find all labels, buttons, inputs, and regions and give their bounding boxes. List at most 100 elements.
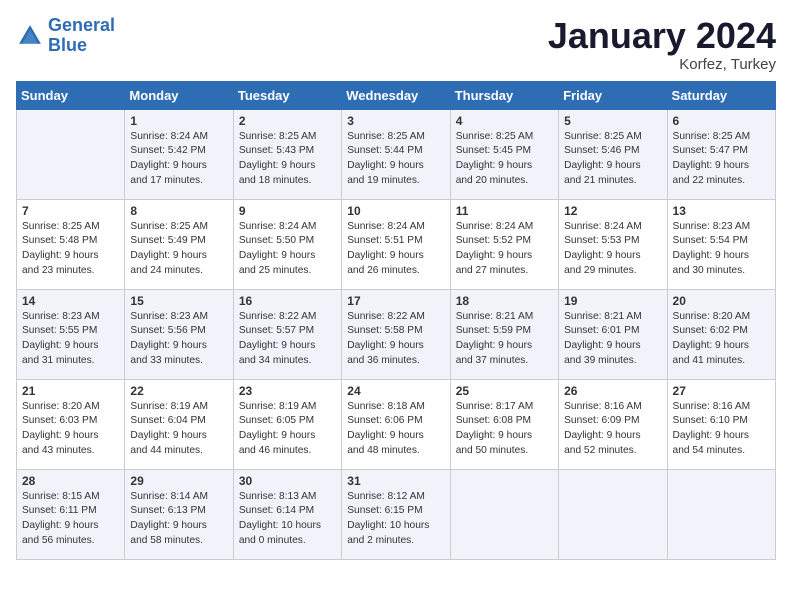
calendar-cell: 3Sunrise: 8:25 AM Sunset: 5:44 PM Daylig… [342,109,450,199]
calendar-body: 1Sunrise: 8:24 AM Sunset: 5:42 PM Daylig… [17,109,776,559]
day-number: 17 [347,294,444,308]
calendar-table: SundayMondayTuesdayWednesdayThursdayFrid… [16,81,776,560]
header-cell-wednesday: Wednesday [342,81,450,109]
week-row-5: 28Sunrise: 8:15 AM Sunset: 6:11 PM Dayli… [17,469,776,559]
day-number: 31 [347,474,444,488]
title-block: January 2024 Korfez, Turkey [548,16,776,73]
calendar-cell: 25Sunrise: 8:17 AM Sunset: 6:08 PM Dayli… [450,379,558,469]
calendar-cell: 2 Sunrise: 8:25 AM Sunset: 5:43 PM Daylig… [233,109,341,199]
day-content: Sunrise: 8:14 AM Sunset: 6:13 PM Dayligh… [130,490,227,549]
day-number: 11 [456,204,553,218]
day-content: Sunrise: 8:19 AM Sunset: 6:05 PM Dayligh… [239,400,336,459]
day-number: 8 [130,204,227,218]
calendar-cell: 1Sunrise: 8:24 AM Sunset: 5:42 PM Daylig… [125,109,233,199]
calendar-cell: 31Sunrise: 8:12 AM Sunset: 6:15 PM Dayli… [342,469,450,559]
day-number: 4 [456,114,553,128]
day-content: Sunrise: 8:25 AM Sunset: 5:44 PM Dayligh… [347,130,444,189]
calendar-cell: 10Sunrise: 8:24 AM Sunset: 5:51 PM Dayli… [342,199,450,289]
calendar-header: SundayMondayTuesdayWednesdayThursdayFrid… [17,81,776,109]
day-number: 20 [673,294,770,308]
day-number: 7 [22,204,119,218]
logo: General Blue [16,16,115,56]
day-number: 14 [22,294,119,308]
calendar-cell: 12Sunrise: 8:24 AM Sunset: 5:53 PM Dayli… [559,199,667,289]
calendar-cell: 17 Sunrise: 8:22 AM Sunset: 5:58 PM Dayli… [342,289,450,379]
day-content: Sunrise: 8:15 AM Sunset: 6:11 PM Dayligh… [22,490,119,549]
logo-line2: Blue [48,35,87,55]
header-cell-monday: Monday [125,81,233,109]
calendar-cell [667,469,775,559]
header-cell-thursday: Thursday [450,81,558,109]
calendar-cell [450,469,558,559]
day-content: Sunrise: 8:18 AM Sunset: 6:06 PM Dayligh… [347,400,444,459]
day-content: Sunrise: 8:22 AM Sunset: 5:58 PM Dayligh… [347,310,444,369]
day-number: 16 [239,294,336,308]
calendar-cell: 7 Sunrise: 8:25 AM Sunset: 5:48 PM Daylig… [17,199,125,289]
week-row-2: 7 Sunrise: 8:25 AM Sunset: 5:48 PM Daylig… [17,199,776,289]
calendar-cell: 21 Sunrise: 8:20 AM Sunset: 6:03 PM Dayli… [17,379,125,469]
calendar-cell: 30Sunrise: 8:13 AM Sunset: 6:14 PM Dayli… [233,469,341,559]
day-content: Sunrise: 8:24 AM Sunset: 5:50 PM Dayligh… [239,220,336,279]
day-number: 6 [673,114,770,128]
calendar-cell: 13Sunrise: 8:23 AM Sunset: 5:54 PM Dayli… [667,199,775,289]
day-number: 10 [347,204,444,218]
day-number: 19 [564,294,661,308]
calendar-cell: 19 Sunrise: 8:21 AM Sunset: 6:01 PM Dayli… [559,289,667,379]
day-number: 29 [130,474,227,488]
week-row-1: 1Sunrise: 8:24 AM Sunset: 5:42 PM Daylig… [17,109,776,199]
day-number: 12 [564,204,661,218]
day-content: Sunrise: 8:17 AM Sunset: 6:08 PM Dayligh… [456,400,553,459]
calendar-cell: 27 Sunrise: 8:16 AM Sunset: 6:10 PM Dayli… [667,379,775,469]
day-content: Sunrise: 8:20 AM Sunset: 6:02 PM Dayligh… [673,310,770,369]
calendar-cell [559,469,667,559]
day-content: Sunrise: 8:23 AM Sunset: 5:56 PM Dayligh… [130,310,227,369]
day-content: Sunrise: 8:25 AM Sunset: 5:49 PM Dayligh… [130,220,227,279]
day-number: 23 [239,384,336,398]
calendar-cell: 8 Sunrise: 8:25 AM Sunset: 5:49 PM Daylig… [125,199,233,289]
calendar-cell: 6Sunrise: 8:25 AM Sunset: 5:47 PM Daylig… [667,109,775,199]
day-content: Sunrise: 8:25 AM Sunset: 5:45 PM Dayligh… [456,130,553,189]
day-number: 9 [239,204,336,218]
header-cell-sunday: Sunday [17,81,125,109]
day-content: Sunrise: 8:21 AM Sunset: 6:01 PM Dayligh… [564,310,661,369]
day-number: 26 [564,384,661,398]
calendar-cell: 29 Sunrise: 8:14 AM Sunset: 6:13 PM Dayli… [125,469,233,559]
day-content: Sunrise: 8:22 AM Sunset: 5:57 PM Dayligh… [239,310,336,369]
day-number: 5 [564,114,661,128]
logo-icon [16,22,44,50]
calendar-cell: 16 Sunrise: 8:22 AM Sunset: 5:57 PM Dayli… [233,289,341,379]
week-row-4: 21 Sunrise: 8:20 AM Sunset: 6:03 PM Dayli… [17,379,776,469]
day-number: 15 [130,294,227,308]
calendar-cell: 26 Sunrise: 8:16 AM Sunset: 6:09 PM Dayli… [559,379,667,469]
calendar-cell: 11 Sunrise: 8:24 AM Sunset: 5:52 PM Dayli… [450,199,558,289]
day-number: 22 [130,384,227,398]
logo-text: General Blue [48,16,115,56]
calendar-cell: 5Sunrise: 8:25 AM Sunset: 5:46 PM Daylig… [559,109,667,199]
calendar-cell: 18Sunrise: 8:21 AM Sunset: 5:59 PM Dayli… [450,289,558,379]
calendar-cell: 4 Sunrise: 8:25 AM Sunset: 5:45 PM Daylig… [450,109,558,199]
day-content: Sunrise: 8:25 AM Sunset: 5:43 PM Dayligh… [239,130,336,189]
calendar-cell: 28Sunrise: 8:15 AM Sunset: 6:11 PM Dayli… [17,469,125,559]
calendar-cell: 9 Sunrise: 8:24 AM Sunset: 5:50 PM Daylig… [233,199,341,289]
header-cell-tuesday: Tuesday [233,81,341,109]
day-content: Sunrise: 8:20 AM Sunset: 6:03 PM Dayligh… [22,400,119,459]
day-number: 21 [22,384,119,398]
day-content: Sunrise: 8:16 AM Sunset: 6:09 PM Dayligh… [564,400,661,459]
header-cell-saturday: Saturday [667,81,775,109]
calendar-cell: 23 Sunrise: 8:19 AM Sunset: 6:05 PM Dayli… [233,379,341,469]
calendar-cell [17,109,125,199]
day-number: 2 [239,114,336,128]
day-content: Sunrise: 8:24 AM Sunset: 5:42 PM Dayligh… [130,130,227,189]
day-content: Sunrise: 8:24 AM Sunset: 5:52 PM Dayligh… [456,220,553,279]
day-content: Sunrise: 8:16 AM Sunset: 6:10 PM Dayligh… [673,400,770,459]
day-content: Sunrise: 8:13 AM Sunset: 6:14 PM Dayligh… [239,490,336,549]
page-header: General Blue January 2024 Korfez, Turkey [16,16,776,73]
day-number: 24 [347,384,444,398]
day-content: Sunrise: 8:25 AM Sunset: 5:48 PM Dayligh… [22,220,119,279]
day-content: Sunrise: 8:23 AM Sunset: 5:55 PM Dayligh… [22,310,119,369]
day-content: Sunrise: 8:23 AM Sunset: 5:54 PM Dayligh… [673,220,770,279]
day-number: 27 [673,384,770,398]
week-row-3: 14 Sunrise: 8:23 AM Sunset: 5:55 PM Dayli… [17,289,776,379]
header-row: SundayMondayTuesdayWednesdayThursdayFrid… [17,81,776,109]
logo-line1: General [48,15,115,35]
